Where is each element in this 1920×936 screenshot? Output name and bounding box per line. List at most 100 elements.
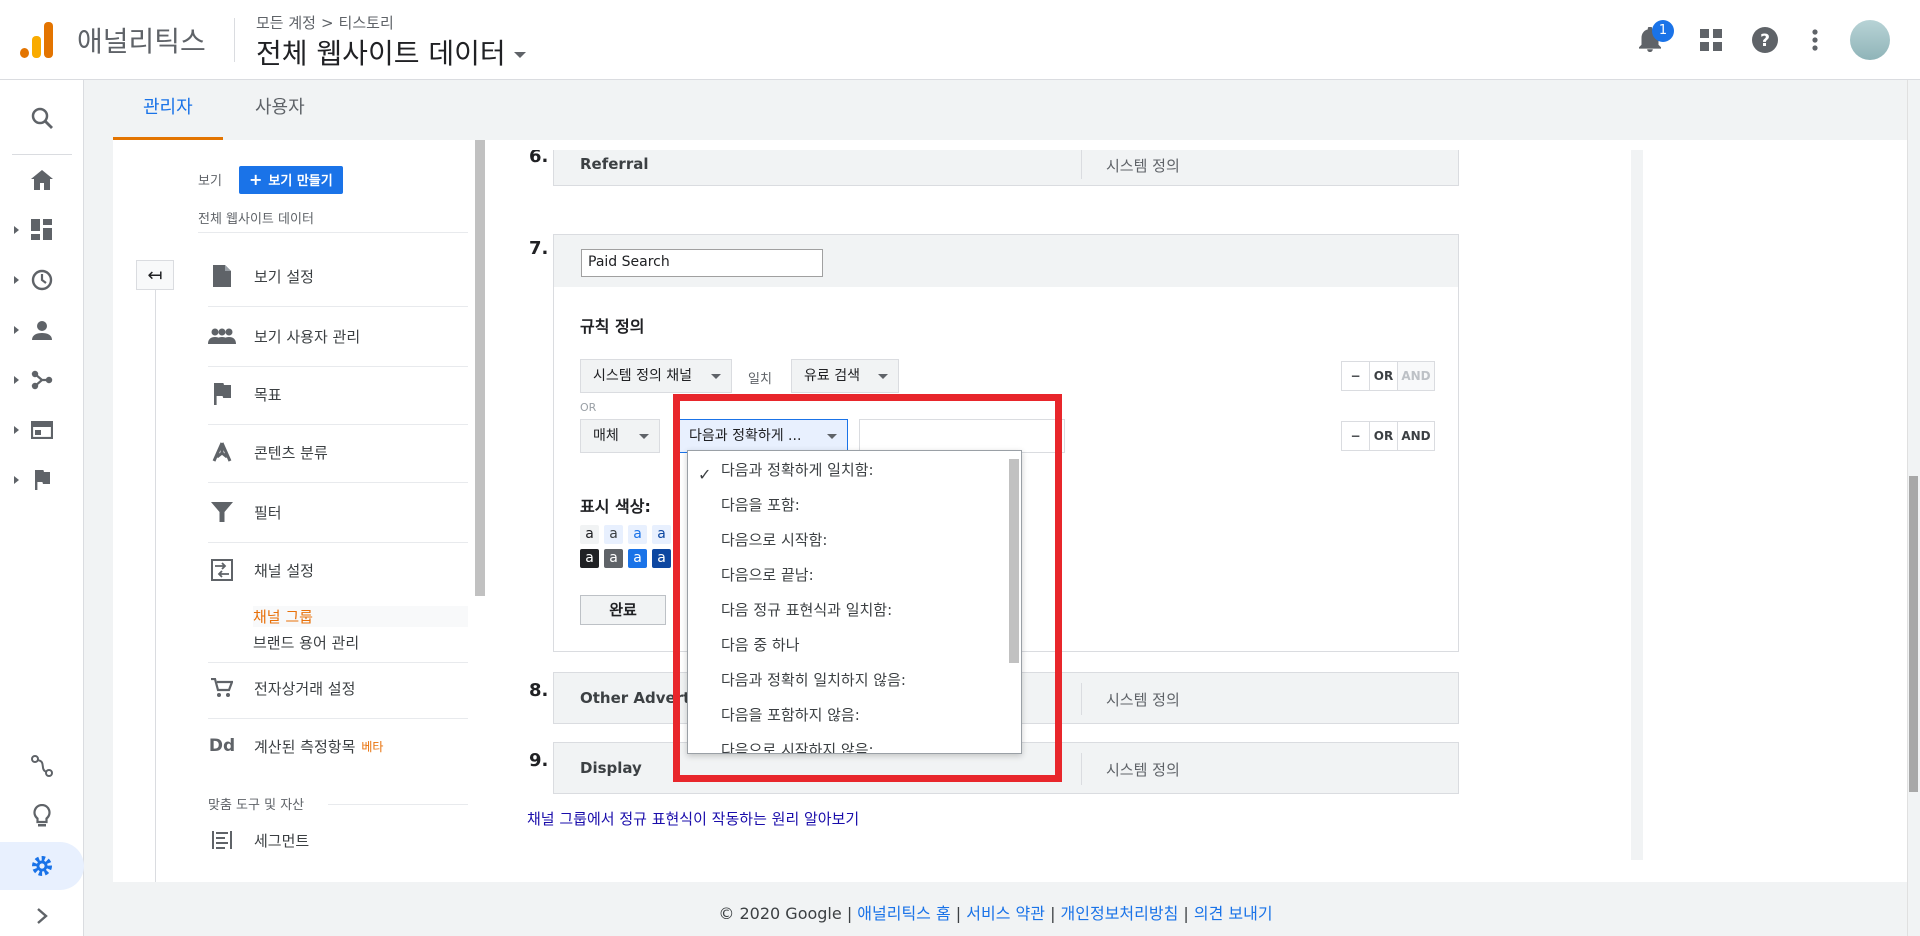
channel-name-input[interactable]: Paid Search bbox=[581, 249, 823, 277]
footer-link-terms[interactable]: 서비스 약관 bbox=[966, 904, 1045, 923]
scrollbar[interactable] bbox=[475, 140, 485, 596]
menu-item-label: 목표 bbox=[254, 385, 282, 404]
color-swatch[interactable]: a bbox=[628, 525, 647, 544]
sub-item-channel-grouping[interactable]: 채널 그룹 bbox=[253, 606, 468, 627]
document-icon bbox=[208, 264, 236, 288]
highlight-box bbox=[673, 394, 1062, 782]
breadcrumb-item[interactable]: 모든 계정 bbox=[256, 14, 316, 32]
account-avatar[interactable] bbox=[1850, 20, 1890, 60]
menu-item-view-settings[interactable]: 보기 설정 bbox=[208, 260, 314, 292]
create-view-label: 보기 만들기 bbox=[268, 174, 333, 189]
content-grouping-icon bbox=[208, 440, 236, 464]
and-button[interactable]: AND bbox=[1398, 422, 1434, 450]
footer-link-privacy[interactable]: 개인정보처리방침 bbox=[1061, 904, 1179, 923]
view-selector[interactable]: 전체 웹사이트 데이터 bbox=[256, 32, 526, 72]
menu-item-label: 콘텐츠 분류 bbox=[254, 443, 328, 462]
breadcrumb[interactable]: 모든 계정 > 티스토리 bbox=[256, 12, 394, 33]
color-swatch[interactable]: a bbox=[652, 549, 671, 568]
scrollbar[interactable] bbox=[1631, 150, 1643, 860]
row-number: 6. bbox=[529, 150, 549, 167]
header-divider bbox=[234, 18, 235, 62]
menu-item-channel-settings[interactable]: 채널 설정 bbox=[208, 554, 314, 586]
channel-type: 시스템 정의 bbox=[1106, 761, 1180, 779]
remove-condition-button[interactable]: − bbox=[1342, 362, 1370, 390]
color-swatch[interactable]: a bbox=[580, 525, 599, 544]
home-icon[interactable] bbox=[0, 160, 84, 200]
or-button[interactable]: OR bbox=[1370, 362, 1398, 390]
divider bbox=[1081, 150, 1082, 179]
tab-admin[interactable]: 관리자 bbox=[113, 80, 223, 140]
left-nav-rail bbox=[0, 80, 84, 936]
dimension-dropdown[interactable]: 매체 bbox=[580, 419, 660, 453]
and-button[interactable]: AND bbox=[1398, 362, 1434, 390]
menu-item-content-grouping[interactable]: 콘텐츠 분류 bbox=[208, 436, 328, 468]
menu-item-label: 세그먼트 bbox=[254, 831, 310, 850]
cart-icon bbox=[208, 676, 236, 700]
channel-name: Display bbox=[580, 759, 642, 777]
value-dropdown[interactable]: 유료 검색 bbox=[791, 359, 899, 393]
caret-down-icon[interactable] bbox=[513, 52, 526, 58]
footer-link-feedback[interactable]: 의견 보내기 bbox=[1194, 904, 1273, 923]
divider bbox=[208, 662, 468, 663]
analytics-logo-icon[interactable] bbox=[20, 22, 54, 58]
help-icon[interactable]: ? bbox=[1749, 24, 1781, 56]
conversions-flag-icon[interactable] bbox=[0, 460, 84, 500]
divider bbox=[198, 232, 468, 233]
customization-icon[interactable] bbox=[0, 210, 84, 250]
behavior-icon[interactable] bbox=[0, 410, 84, 450]
menu-item-view-user-management[interactable]: 보기 사용자 관리 bbox=[208, 320, 360, 352]
match-label: 일치 bbox=[748, 372, 772, 387]
dimension-dropdown[interactable]: 시스템 정의 채널 bbox=[580, 359, 732, 393]
copyright: © 2020 Google bbox=[718, 904, 842, 923]
create-view-button[interactable]: + 보기 만들기 bbox=[239, 166, 343, 194]
channel-row[interactable]: Referral 시스템 정의 bbox=[553, 150, 1459, 186]
attribution-icon[interactable] bbox=[0, 746, 84, 786]
audience-person-icon[interactable] bbox=[0, 310, 84, 350]
page-scrollbar-thumb[interactable] bbox=[1909, 476, 1918, 792]
or-button[interactable]: OR bbox=[1370, 422, 1398, 450]
menu-item-calculated-metrics[interactable]: Dd 계산된 측정항목 베타 bbox=[208, 730, 384, 762]
caret-down-icon bbox=[639, 434, 649, 439]
footer-separator: | bbox=[1183, 904, 1189, 923]
color-swatch[interactable]: a bbox=[580, 549, 599, 568]
breadcrumb-item[interactable]: 티스토리 bbox=[339, 14, 394, 32]
view-title[interactable]: 전체 웹사이트 데이터 bbox=[256, 37, 506, 70]
apps-grid-icon[interactable] bbox=[1695, 24, 1727, 56]
app-name: 애널리틱스 bbox=[77, 25, 206, 58]
menu-item-segments[interactable]: 세그먼트 bbox=[208, 824, 309, 856]
flag-icon bbox=[208, 382, 236, 406]
menu-item-label: 계산된 측정항목 bbox=[254, 737, 356, 756]
sub-item-brand-terms[interactable]: 브랜드 용어 관리 bbox=[253, 632, 359, 653]
menu-item-ecommerce-settings[interactable]: 전자상거래 설정 bbox=[208, 672, 355, 704]
color-swatch[interactable]: a bbox=[628, 549, 647, 568]
search-icon[interactable] bbox=[0, 98, 84, 138]
admin-tabs: 관리자 사용자 bbox=[84, 80, 1920, 140]
row-number: 7. bbox=[529, 238, 549, 259]
regex-help-link[interactable]: 채널 그룹에서 정규 표현식이 작동하는 원리 알아보기 bbox=[527, 808, 859, 829]
section-title: 맞춤 도구 및 자산 bbox=[208, 798, 305, 813]
view-name: 전체 웹사이트 데이터 bbox=[198, 212, 314, 227]
people-icon bbox=[208, 324, 236, 348]
back-arrow-icon[interactable]: ↤ bbox=[136, 260, 174, 290]
rule-buttons: − OR AND bbox=[1341, 361, 1435, 391]
insights-lightbulb-icon[interactable] bbox=[0, 796, 84, 836]
acquisition-icon[interactable] bbox=[0, 360, 84, 400]
tab-user[interactable]: 사용자 bbox=[225, 80, 335, 140]
color-swatch[interactable]: a bbox=[652, 525, 671, 544]
admin-gear-icon[interactable] bbox=[0, 842, 84, 890]
realtime-clock-icon[interactable] bbox=[0, 260, 84, 300]
color-swatch[interactable]: a bbox=[604, 549, 623, 568]
done-button[interactable]: 완료 bbox=[580, 595, 666, 625]
more-vert-icon[interactable] bbox=[1799, 24, 1831, 56]
remove-condition-button[interactable]: − bbox=[1342, 422, 1370, 450]
breadcrumb-separator: > bbox=[320, 14, 334, 32]
divider bbox=[1081, 683, 1082, 715]
display-color-title: 표시 색상: bbox=[580, 497, 651, 516]
menu-item-label: 전자상거래 설정 bbox=[254, 679, 356, 698]
beta-badge: 베타 bbox=[361, 739, 384, 754]
menu-item-goals[interactable]: 목표 bbox=[208, 378, 282, 410]
menu-item-label: 필터 bbox=[254, 503, 282, 522]
color-swatch[interactable]: a bbox=[604, 525, 623, 544]
menu-item-filters[interactable]: 필터 bbox=[208, 496, 282, 528]
footer-link-analytics-home[interactable]: 애널리틱스 홈 bbox=[857, 904, 950, 923]
